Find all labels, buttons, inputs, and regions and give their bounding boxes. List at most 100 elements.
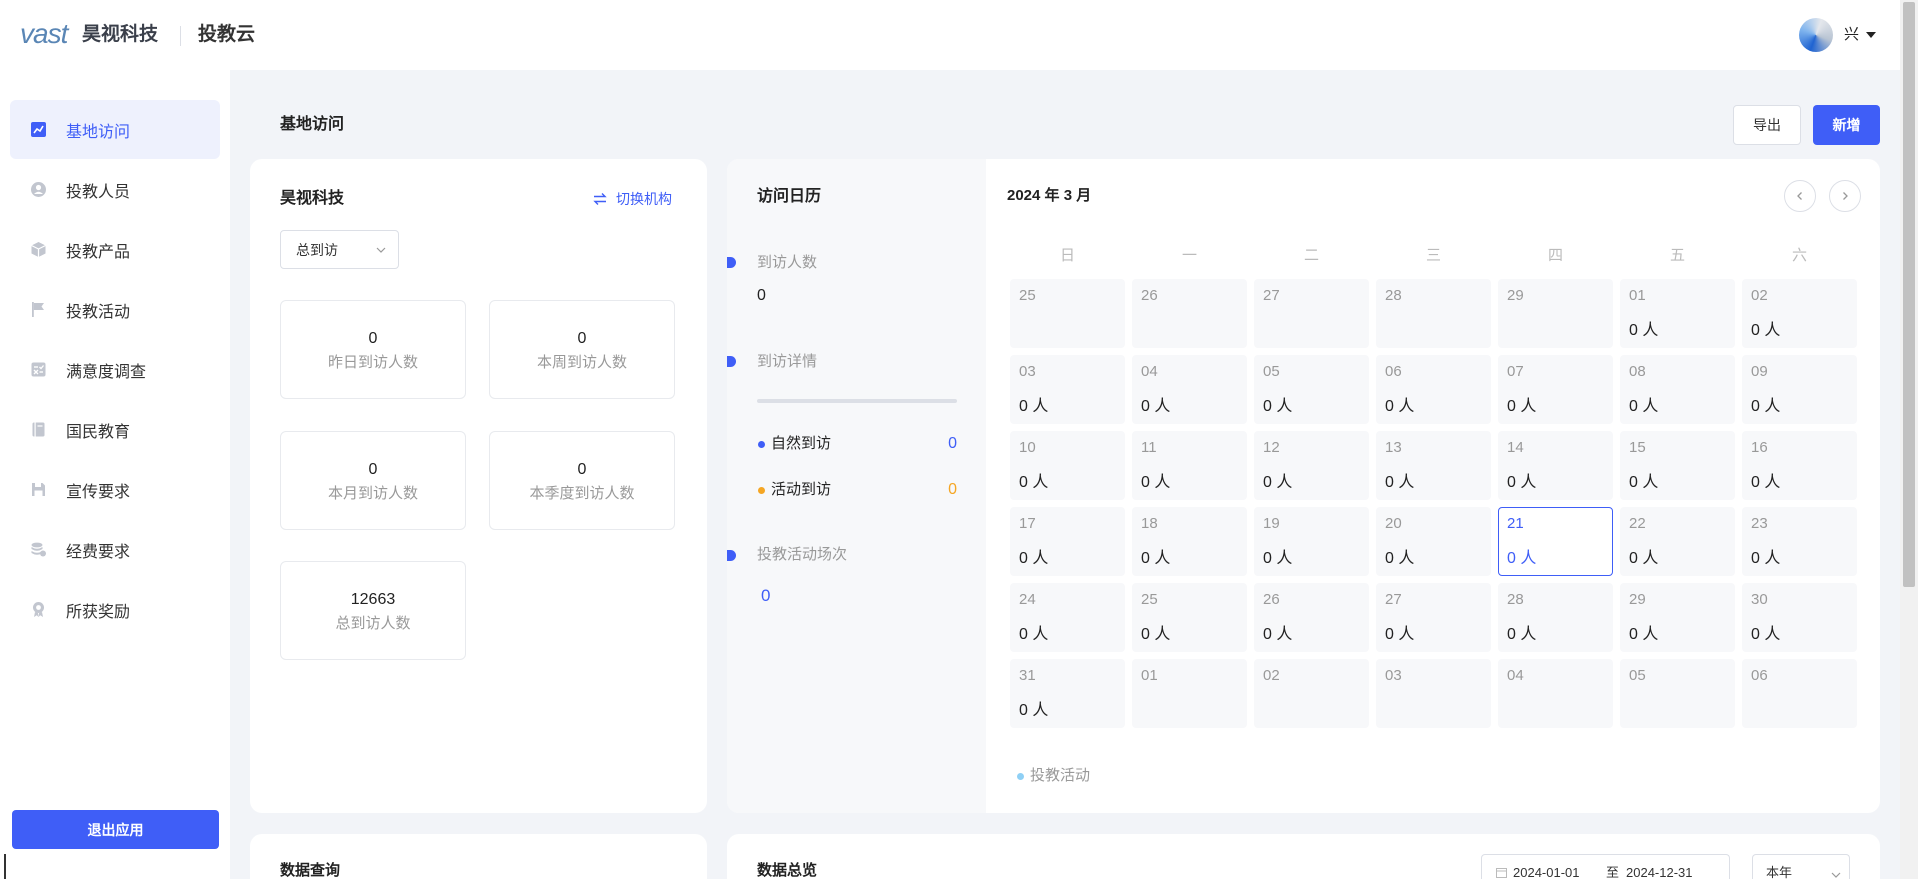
calendar-day-cell[interactable]: 26 0 人 <box>1254 583 1369 652</box>
calendar-day-number: 03 <box>1385 667 1402 684</box>
swap-icon <box>592 192 608 206</box>
calendar-day-cell[interactable]: 08 0 人 <box>1620 355 1735 424</box>
calendar-day-cell[interactable]: 31 0 人 <box>1010 659 1125 728</box>
calendar-day-cell[interactable]: 18 0 人 <box>1132 507 1247 576</box>
stat-label: 本月到访人数 <box>327 485 418 502</box>
calendar-day-cell[interactable]: 25 <box>1010 279 1125 348</box>
calendar-day-number: 12 <box>1263 439 1280 456</box>
visit-type-select[interactable]: 总到访 <box>280 230 399 269</box>
stat-label: 昨日到访人数 <box>327 354 418 371</box>
add-button[interactable]: 新增 <box>1813 105 1880 145</box>
date-end[interactable]: 2024-12-31 <box>1626 865 1693 879</box>
range-select-value: 本年 <box>1766 865 1793 879</box>
stat-value: 12663 <box>350 591 396 608</box>
calendar-day-cell[interactable]: 14 0 人 <box>1498 431 1613 500</box>
calendar-day-cell[interactable]: 11 0 人 <box>1132 431 1247 500</box>
calendar-day-number: 13 <box>1385 439 1402 456</box>
calendar-day-count: 0 人 <box>1141 550 1171 567</box>
date-range-picker[interactable]: 2024-01-01 至 2024-12-31 <box>1481 854 1730 879</box>
calendar-day-cell[interactable]: 04 0 人 <box>1132 355 1247 424</box>
calendar-day-number: 29 <box>1629 591 1646 608</box>
calendar-day-cell[interactable]: 01 0 人 <box>1620 279 1735 348</box>
stat-label: 本周到访人数 <box>536 354 627 371</box>
sidebar-item-funding[interactable]: 经费要求 <box>10 520 220 579</box>
sidebar-item-label: 宣传要求 <box>66 483 131 501</box>
date-start[interactable]: 2024-01-01 <box>1513 865 1580 879</box>
calendar-day-count: 0 人 <box>1263 626 1293 643</box>
calendar-day-number: 15 <box>1629 439 1646 456</box>
calendar-day-cell[interactable]: 04 <box>1498 659 1613 728</box>
calendar-day-number: 10 <box>1019 439 1036 456</box>
stat-value: 0 <box>577 461 587 478</box>
calendar-day-count: 0 人 <box>1507 474 1537 491</box>
avatar[interactable] <box>1799 18 1833 52</box>
calendar-day-cell[interactable]: 06 <box>1742 659 1857 728</box>
calendar-day-cell[interactable]: 16 0 人 <box>1742 431 1857 500</box>
calendar-day-cell[interactable]: 07 0 人 <box>1498 355 1613 424</box>
calendar-day-cell[interactable]: 26 <box>1132 279 1247 348</box>
calendar-day-number: 30 <box>1751 591 1768 608</box>
sidebar-item-survey[interactable]: 满意度调查 <box>10 340 220 399</box>
calendar-day-cell[interactable]: 30 0 人 <box>1742 583 1857 652</box>
sidebar-scrollbar[interactable] <box>4 854 6 879</box>
stat-value: 0 <box>368 461 378 478</box>
calendar-day-count: 0 人 <box>1019 702 1049 719</box>
weekday-header: 五 <box>1669 247 1685 264</box>
sidebar-item-base-visit[interactable]: 基地访问 <box>10 100 220 159</box>
user-name[interactable]: 兴 <box>1844 24 1859 46</box>
sidebar-item-publicity[interactable]: 宣传要求 <box>10 460 220 519</box>
calendar-day-cell[interactable]: 01 <box>1132 659 1247 728</box>
sidebar-item-products[interactable]: 投教产品 <box>10 220 220 279</box>
logout-button[interactable]: 退出应用 <box>12 810 219 849</box>
calendar-day-number: 26 <box>1141 287 1158 304</box>
export-button[interactable]: 导出 <box>1733 105 1801 145</box>
calendar-day-cell[interactable]: 27 0 人 <box>1376 583 1491 652</box>
range-select[interactable]: 本年 <box>1752 854 1850 879</box>
calendar-day-cell[interactable]: 05 <box>1620 659 1735 728</box>
calendar-day-cell[interactable]: 02 <box>1254 659 1369 728</box>
sidebar-item-national-education[interactable]: 国民教育 <box>10 400 220 459</box>
data-overview-title: 数据总览 <box>757 862 818 879</box>
calendar-day-cell[interactable]: 19 0 人 <box>1254 507 1369 576</box>
calendar-day-cell[interactable]: 13 0 人 <box>1376 431 1491 500</box>
switch-org-link[interactable]: 切换机构 <box>592 189 672 209</box>
calendar-day-count: 0 人 <box>1751 322 1781 339</box>
calendar-day-cell[interactable]: 05 0 人 <box>1254 355 1369 424</box>
calendar-day-cell[interactable]: 28 <box>1376 279 1491 348</box>
visit-type-value: 总到访 <box>296 241 338 258</box>
calendar-day-cell[interactable]: 24 0 人 <box>1010 583 1125 652</box>
calendar-day-cell[interactable]: 09 0 人 <box>1742 355 1857 424</box>
page-scrollbar-thumb[interactable] <box>1903 2 1915 587</box>
logo-company-name: 昊视科技 <box>82 24 159 45</box>
calendar-grid: 日一二三四五六 25 26 27 28 29 01 0 人 02 0 人 03 0 人 04 0 人 05 0… <box>727 159 1880 813</box>
calendar-day-cell[interactable]: 12 0 人 <box>1254 431 1369 500</box>
calendar-day-count: 0 人 <box>1629 474 1659 491</box>
calendar-day-cell[interactable]: 03 0 人 <box>1010 355 1125 424</box>
calendar-day-cell[interactable]: 02 0 人 <box>1742 279 1857 348</box>
weekday-header: 二 <box>1303 247 1319 264</box>
calendar-day-number: 07 <box>1507 363 1524 380</box>
sidebar-item-activities[interactable]: 投教活动 <box>10 280 220 339</box>
data-query-title: 数据查询 <box>280 862 341 879</box>
data-query-card: 数据查询 <box>250 834 707 879</box>
calendar-day-cell[interactable]: 06 0 人 <box>1376 355 1491 424</box>
calendar-day-cell[interactable]: 29 0 人 <box>1620 583 1735 652</box>
calendar-day-cell[interactable]: 17 0 人 <box>1010 507 1125 576</box>
caret-down-icon[interactable] <box>1866 32 1876 38</box>
logo-mark: vast <box>20 18 68 49</box>
calendar-day-cell[interactable]: 15 0 人 <box>1620 431 1735 500</box>
calendar-day-cell[interactable]: 20 0 人 <box>1376 507 1491 576</box>
calendar-day-cell[interactable]: 25 0 人 <box>1132 583 1247 652</box>
calendar-day-cell[interactable]: 23 0 人 <box>1742 507 1857 576</box>
calendar-day-cell[interactable]: 10 0 人 <box>1010 431 1125 500</box>
calendar-day-cell[interactable]: 21 0 人 <box>1498 507 1613 576</box>
calendar-day-cell[interactable]: 22 0 人 <box>1620 507 1735 576</box>
calendar-day-cell[interactable]: 29 <box>1498 279 1613 348</box>
calendar-day-cell[interactable]: 03 <box>1376 659 1491 728</box>
stat-value: 0 <box>368 330 378 347</box>
calendar-day-cell[interactable]: 27 <box>1254 279 1369 348</box>
sidebar-item-awards[interactable]: 所获奖励 <box>10 580 220 639</box>
calendar-day-cell[interactable]: 28 0 人 <box>1498 583 1613 652</box>
sidebar-item-staff[interactable]: 投教人员 <box>10 160 220 219</box>
calendar-day-number: 19 <box>1263 515 1280 532</box>
